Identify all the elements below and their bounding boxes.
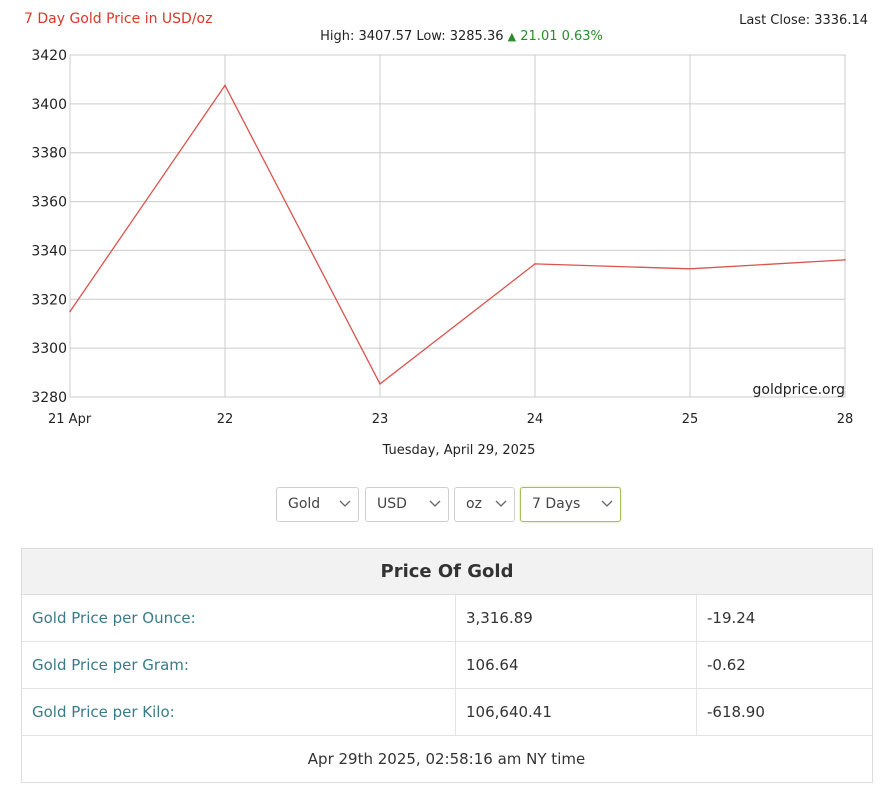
chevron-down-icon xyxy=(601,500,613,507)
data-point xyxy=(534,263,536,265)
chevron-down-icon xyxy=(339,500,351,507)
table-row: Gold Price per Ounce: 3,316.89 -19.24 xyxy=(21,594,873,642)
currency-select-value: USD xyxy=(377,496,407,512)
row-label: Gold Price per Ounce: xyxy=(21,594,456,642)
price-chart: 32803300332033403360338034003420 21 Apr 2… xyxy=(31,48,853,427)
chart-series xyxy=(69,84,846,385)
table-row: Gold Price per Kilo: 106,640.41 -618.90 xyxy=(21,688,873,736)
metal-select-value: Gold xyxy=(288,496,321,512)
date-line: Tuesday, April 29, 2025 xyxy=(382,443,536,458)
x-tick-label: 22 xyxy=(217,412,234,427)
y-tick-label: 3280 xyxy=(31,390,67,406)
y-tick-label: 3300 xyxy=(31,341,67,357)
row-price: 106.64 xyxy=(455,641,697,689)
period-select-value: 7 Days xyxy=(532,496,581,512)
table-row: Gold Price per Gram: 106.64 -0.62 xyxy=(21,641,873,689)
table-heading: Price Of Gold xyxy=(21,548,873,595)
unit-select-value: oz xyxy=(466,496,482,512)
x-tick-label: 24 xyxy=(527,412,544,427)
row-change: -19.24 xyxy=(696,594,873,642)
series-line xyxy=(69,84,846,385)
x-tick-label: 23 xyxy=(372,412,389,427)
y-tick-label: 3340 xyxy=(31,243,67,259)
data-point xyxy=(844,259,846,261)
x-tick-label: 25 xyxy=(682,412,699,427)
table-footer-row: Apr 29th 2025, 02:58:16 am NY time xyxy=(21,735,873,783)
y-tick-label: 3380 xyxy=(31,146,67,162)
chevron-down-icon xyxy=(495,500,507,507)
row-change: -618.90 xyxy=(696,688,873,736)
period-select[interactable]: 7 Days xyxy=(520,487,621,522)
price-table: Price Of Gold Gold Price per Ounce: 3,31… xyxy=(21,548,873,783)
currency-select[interactable]: USD xyxy=(365,487,449,522)
row-price: 106,640.41 xyxy=(455,688,697,736)
y-axis-ticks: 3280 3300 3320 3340 3360 3380 3400 3420 xyxy=(31,48,67,406)
data-point xyxy=(69,310,71,313)
row-label: Gold Price per Gram: xyxy=(21,641,456,689)
y-tick-label: 3400 xyxy=(31,97,67,113)
x-tick-label: 21 Apr xyxy=(48,412,92,427)
y-tick-label: 3360 xyxy=(31,195,67,211)
y-tick-label: 3320 xyxy=(31,292,67,308)
y-tick-label: 3420 xyxy=(31,48,67,64)
x-axis-ticks: 21 Apr 22 23 24 25 28 xyxy=(48,412,853,427)
chart-grid xyxy=(69,54,846,398)
metal-select[interactable]: Gold xyxy=(276,487,359,522)
row-label: Gold Price per Kilo: xyxy=(21,688,456,736)
chevron-down-icon xyxy=(429,500,441,507)
row-change: -0.62 xyxy=(696,641,873,689)
data-point xyxy=(224,84,226,87)
chart-watermark: goldprice.org xyxy=(753,382,845,398)
row-price: 3,316.89 xyxy=(455,594,697,642)
unit-select[interactable]: oz xyxy=(454,487,515,522)
timestamp: Apr 29th 2025, 02:58:16 am NY time xyxy=(21,735,873,783)
x-tick-label: 28 xyxy=(837,412,854,427)
data-point xyxy=(689,267,691,270)
plot-frame xyxy=(69,54,846,398)
data-point xyxy=(379,383,381,385)
